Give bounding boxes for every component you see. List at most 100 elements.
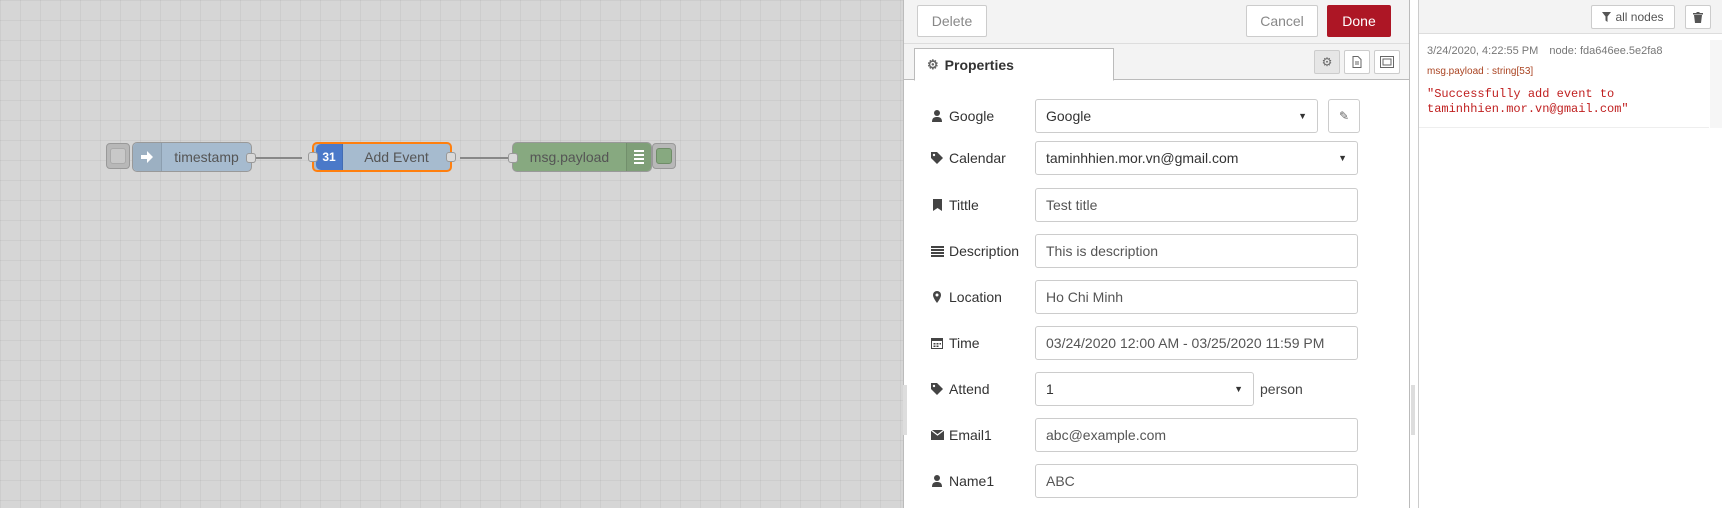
envelope-icon (930, 430, 944, 440)
time-range-input[interactable]: 03/24/2020 12:00 AM - 03/25/2020 11:59 P… (1035, 326, 1358, 360)
input-port[interactable] (308, 152, 318, 162)
label-text: Email1 (949, 427, 992, 443)
name1-label: Name1 (930, 473, 1035, 489)
filter-icon (1602, 12, 1612, 22)
file-icon (1352, 56, 1362, 68)
tab-properties[interactable]: ⚙ Properties (914, 48, 1114, 81)
chevron-down-icon: ▼ (1298, 111, 1307, 121)
chevron-down-icon: ▼ (1338, 153, 1347, 163)
calendar-day-number: 31 (322, 150, 336, 164)
gear-icon: ⚙ (927, 56, 939, 72)
calendar-row: Calendar taminhhien.mor.vn@gmail.com ▼ (930, 141, 1358, 175)
google-row: Google Google ▼ ✎ (930, 99, 1360, 133)
message-type: msg.payload : string[53] (1427, 66, 1534, 77)
sidebar-scrollbar[interactable] (1710, 40, 1722, 128)
description-label: Description (930, 243, 1035, 259)
debug-toggle-button[interactable] (652, 143, 676, 169)
label-text: Description (949, 243, 1020, 259)
output-port[interactable] (246, 153, 256, 163)
calendar-icon (930, 337, 944, 349)
label-text: Time (949, 335, 980, 351)
time-row: Time 03/24/2020 12:00 AM - 03/25/2020 11… (930, 326, 1358, 360)
edit-config-button[interactable]: ✎ (1328, 99, 1360, 133)
node-label: msg.payload (529, 149, 610, 165)
attend-row: Attend 1 ▼ person (930, 372, 1303, 406)
label-text: Attend (949, 381, 990, 397)
attend-select[interactable]: 1 ▼ (1035, 372, 1254, 406)
sidebar-resize-handle[interactable] (1411, 385, 1415, 435)
label-text: Name1 (949, 473, 995, 489)
node-timestamp[interactable]: timestamp (132, 142, 256, 172)
debug-sidebar: all nodes 3/24/2020, 4:22:55 PM node: fd… (1418, 0, 1722, 508)
select-value: 1 (1046, 381, 1054, 397)
description-tab-button[interactable] (1344, 50, 1370, 74)
gear-icon: ⚙ (1321, 55, 1333, 69)
arrow-in-icon (133, 143, 162, 171)
settings-tab-button[interactable]: ⚙ (1314, 50, 1340, 74)
email1-label: Email1 (930, 427, 1035, 443)
input-port[interactable] (508, 153, 518, 163)
email1-row: Email1 abc@example.com (930, 418, 1358, 452)
location-row: Location Ho Chi Minh (930, 280, 1358, 314)
chevron-down-icon: ▼ (1234, 384, 1243, 394)
attend-suffix: person (1260, 381, 1303, 397)
name1-row: Name1 ABC (930, 464, 1358, 498)
trash-icon (1693, 11, 1703, 23)
map-marker-icon (930, 291, 944, 303)
label-text: Google (949, 108, 995, 124)
location-label: Location (930, 289, 1035, 305)
name1-input[interactable]: ABC (1035, 464, 1358, 498)
email1-input[interactable]: abc@example.com (1035, 418, 1358, 452)
filter-nodes-button[interactable]: all nodes (1591, 5, 1675, 29)
message-meta: 3/24/2020, 4:22:55 PM node: fda646ee.5e2… (1427, 45, 1701, 57)
debug-message[interactable]: 3/24/2020, 4:22:55 PM node: fda646ee.5e2… (1419, 40, 1709, 128)
location-input[interactable]: Ho Chi Minh (1035, 280, 1358, 314)
title-label: Tittle (930, 197, 1035, 213)
title-row: Tittle Test title (930, 188, 1358, 222)
message-value: "Successfully add event to taminhhien.mo… (1427, 87, 1629, 116)
list-icon (626, 143, 651, 171)
select-value: Google (1046, 108, 1092, 124)
google-label: Google (930, 108, 1035, 124)
flow-workspace[interactable]: timestamp 31 Add Event msg.payload (0, 0, 903, 508)
clear-log-button[interactable] (1685, 5, 1711, 29)
node-edit-tray: Delete Cancel Done ⚙ Properties ⚙ Google… (903, 0, 1410, 508)
inject-trigger-button[interactable] (106, 143, 130, 169)
node-msg-payload[interactable]: msg.payload (508, 142, 652, 172)
description-input[interactable]: This is description (1035, 234, 1358, 268)
calendar-label: Calendar (930, 150, 1035, 166)
lines-icon (930, 245, 944, 257)
user-icon (930, 475, 944, 487)
time-label: Time (930, 335, 1035, 351)
select-value: taminhhien.mor.vn@gmail.com (1046, 150, 1239, 166)
delete-button[interactable]: Delete (917, 5, 987, 37)
attend-label: Attend (930, 381, 1035, 397)
label-text: Location (949, 289, 1002, 305)
done-button[interactable]: Done (1327, 5, 1391, 37)
calendar-select[interactable]: taminhhien.mor.vn@gmail.com ▼ (1035, 141, 1358, 175)
label-text: Calendar (949, 150, 1006, 166)
message-node-link[interactable]: node: fda646ee.5e2fa8 (1549, 45, 1662, 57)
filter-label: all nodes (1615, 10, 1664, 24)
title-input[interactable]: Test title (1035, 188, 1358, 222)
node-label: Add Event (364, 149, 429, 165)
message-timestamp: 3/24/2020, 4:22:55 PM (1427, 45, 1539, 57)
tag-icon (930, 152, 944, 164)
pencil-icon: ✎ (1338, 109, 1350, 123)
google-calendar-icon: 31 (316, 144, 343, 170)
sidebar-toolbar: all nodes (1419, 0, 1722, 34)
node-add-event[interactable]: 31 Add Event (308, 142, 456, 172)
output-port[interactable] (446, 152, 456, 162)
bookmark-icon (930, 199, 944, 211)
google-select[interactable]: Google ▼ (1035, 99, 1318, 133)
tray-toolbar: Delete Cancel Done (904, 0, 1409, 44)
user-icon (930, 110, 944, 122)
layout-icon (1380, 56, 1394, 68)
tag-icon (930, 383, 944, 395)
node-label: timestamp (174, 149, 239, 165)
appearance-tab-button[interactable] (1374, 50, 1400, 74)
cancel-button[interactable]: Cancel (1246, 5, 1318, 37)
tray-resize-handle-left[interactable] (903, 385, 907, 435)
tab-label: Properties (944, 56, 1014, 73)
description-row: Description This is description (930, 234, 1358, 268)
